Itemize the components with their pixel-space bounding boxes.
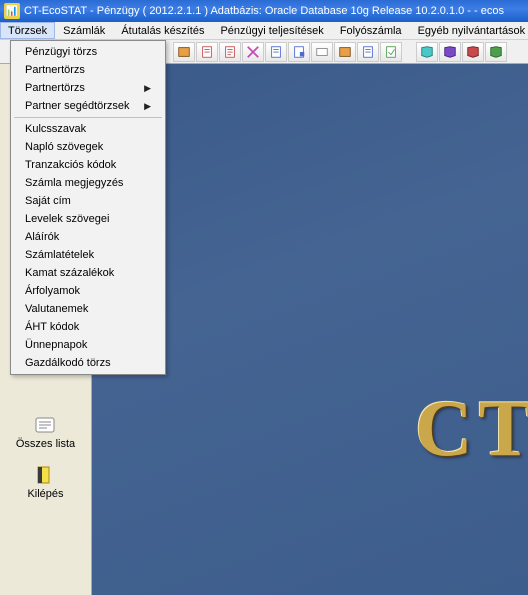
dd-partner-seged[interactable]: Partner segédtörzsek▶ [11, 97, 165, 115]
toolbar-btn-12[interactable] [439, 42, 461, 62]
sidebar-item-kilepes[interactable]: Kilépés [27, 464, 63, 500]
toolbar-btn-5[interactable] [265, 42, 287, 62]
dd-aht[interactable]: ÁHT kódok [11, 318, 165, 336]
window-title: CT-EcoSTAT - Pénzügy ( 2012.2.1.1 ) Adat… [24, 5, 504, 17]
brand-logo: CT [415, 384, 528, 475]
submenu-arrow-icon: ▶ [144, 101, 151, 112]
dropdown-torzsek: Pénzügyi törzs Partnertörzs Partnertörzs… [10, 40, 166, 375]
sidebar-label-osszes: Összes lista [16, 438, 75, 450]
dd-szamla-megj[interactable]: Számla megjegyzés [11, 174, 165, 192]
toolbar-btn-1[interactable] [173, 42, 195, 62]
toolbar-btn-9[interactable] [357, 42, 379, 62]
menu-szamlak[interactable]: Számlák [55, 22, 113, 39]
sidebar-label-kilepes: Kilépés [27, 488, 63, 500]
toolbar-btn-11[interactable] [416, 42, 438, 62]
dd-levelek[interactable]: Levelek szövegei [11, 210, 165, 228]
dd-valutanemek[interactable]: Valutanemek [11, 300, 165, 318]
dd-partnertorzs-2[interactable]: Partnertörzs▶ [11, 79, 165, 97]
dd-kamat[interactable]: Kamat százalékok [11, 264, 165, 282]
menu-torzsek[interactable]: Törzsek [0, 22, 55, 39]
dd-partnertorzs-1[interactable]: Partnertörzs [11, 61, 165, 79]
dd-penzugyi-torzs[interactable]: Pénzügyi törzs [11, 43, 165, 61]
toolbar-btn-7[interactable] [311, 42, 333, 62]
sidebar-item-osszes-lista[interactable]: Összes lista [16, 414, 75, 450]
menubar: Törzsek Számlák Átutalás készítés Pénzüg… [0, 22, 528, 40]
dd-kulcsszavak[interactable]: Kulcsszavak [11, 120, 165, 138]
submenu-arrow-icon: ▶ [144, 83, 151, 94]
dd-szamlatetelek[interactable]: Számlatételek [11, 246, 165, 264]
dd-unnepnapok[interactable]: Ünnepnapok [11, 336, 165, 354]
toolbar-btn-3[interactable] [219, 42, 241, 62]
dd-gazdalkodo[interactable]: Gazdálkodó törzs [11, 354, 165, 372]
dd-tranzakcios[interactable]: Tranzakciós kódok [11, 156, 165, 174]
toolbar-btn-13[interactable] [462, 42, 484, 62]
toolbar-btn-6[interactable] [288, 42, 310, 62]
titlebar: 📊 CT-EcoSTAT - Pénzügy ( 2012.2.1.1 ) Ad… [0, 0, 528, 22]
toolbar-btn-2[interactable] [196, 42, 218, 62]
toolbar-btn-14[interactable] [485, 42, 507, 62]
menu-atutalas[interactable]: Átutalás készítés [113, 22, 212, 39]
dd-naplo[interactable]: Napló szövegek [11, 138, 165, 156]
list-icon [34, 414, 56, 436]
toolbar-btn-8[interactable] [334, 42, 356, 62]
dropdown-separator [14, 117, 162, 118]
dd-alairok[interactable]: Aláírók [11, 228, 165, 246]
exit-icon [34, 464, 56, 486]
toolbar-btn-10[interactable] [380, 42, 402, 62]
menu-egyeb[interactable]: Egyéb nyilvántartások [410, 22, 528, 39]
menu-folyoszamla[interactable]: Folyószámla [332, 22, 410, 39]
app-icon: 📊 [4, 3, 20, 19]
dd-arfolyamok[interactable]: Árfolyamok [11, 282, 165, 300]
menu-penzugyi[interactable]: Pénzügyi teljesítések [212, 22, 331, 39]
dd-sajat-cim[interactable]: Saját cím [11, 192, 165, 210]
toolbar-btn-4[interactable] [242, 42, 264, 62]
